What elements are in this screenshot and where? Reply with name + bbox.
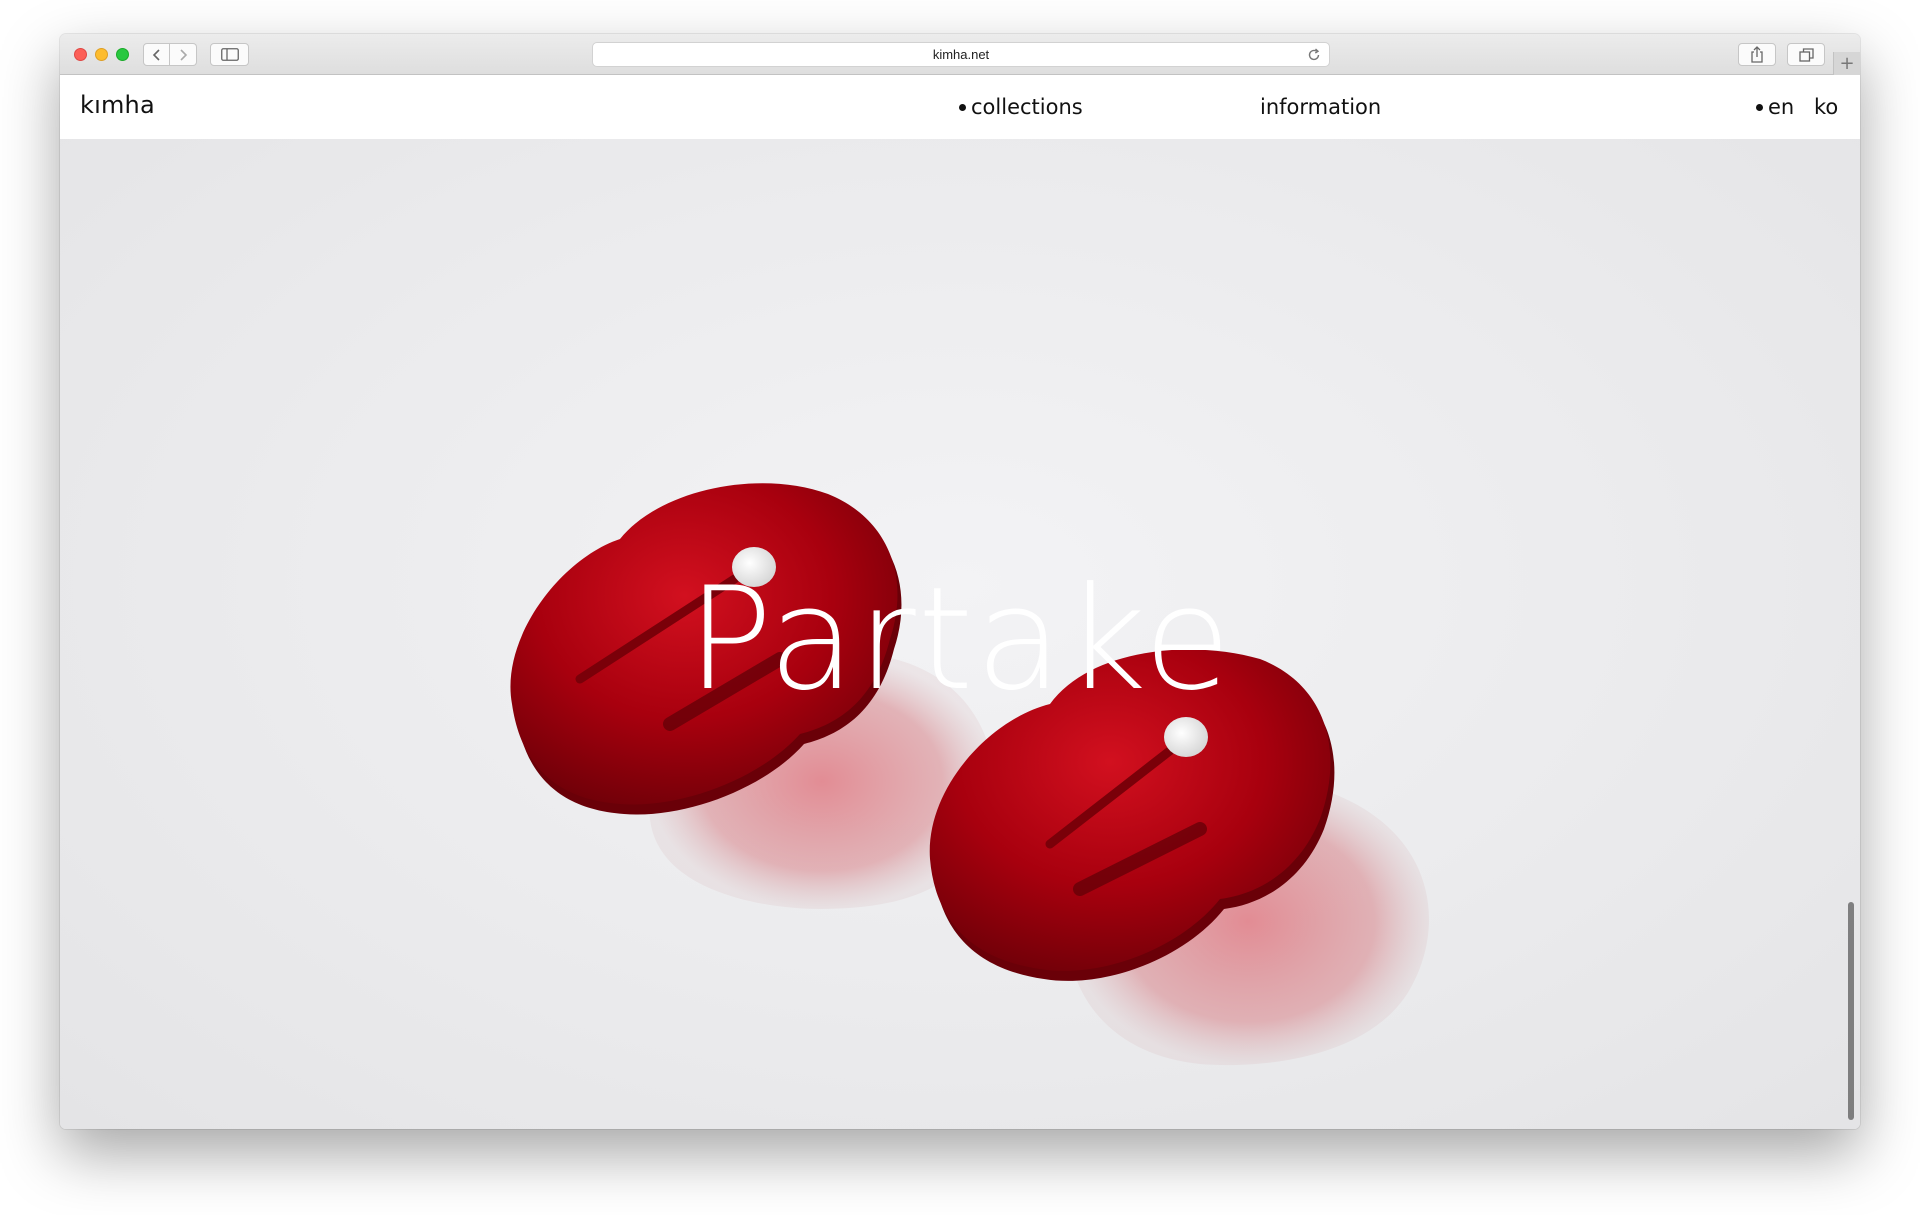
lang-ko-label: ko [1814, 95, 1839, 119]
minimize-window-button[interactable] [95, 48, 108, 61]
reload-icon[interactable] [1307, 48, 1321, 62]
forward-button[interactable] [170, 43, 197, 66]
sidebar-toggle-button[interactable] [210, 43, 249, 66]
tabs-icon [1798, 47, 1814, 62]
lang-en[interactable]: en [1756, 95, 1794, 119]
url-text: kimha.net [932, 47, 990, 62]
close-window-button[interactable] [74, 48, 87, 61]
share-button[interactable] [1738, 43, 1776, 66]
new-tab-button[interactable]: + [1833, 52, 1860, 75]
back-button[interactable] [143, 43, 170, 66]
active-dot-icon [959, 103, 966, 111]
lang-ko[interactable]: ko [1814, 95, 1838, 119]
active-lang-dot-icon [1756, 103, 1763, 111]
lang-en-label: en [1768, 95, 1795, 119]
show-tabs-button[interactable] [1787, 43, 1825, 66]
forward-icon [180, 48, 188, 61]
plus-icon: + [1839, 53, 1855, 74]
address-bar[interactable]: kimha.net [592, 42, 1330, 67]
maximize-window-button[interactable] [116, 48, 129, 61]
nav-collections-label: collections [971, 95, 1083, 119]
collection-title[interactable]: Partake [60, 569, 1860, 711]
hero-section: Partake [60, 139, 1860, 1129]
nav-information[interactable]: information [1260, 95, 1381, 119]
site-header: kımha collections information en ko [60, 75, 1860, 139]
scrollbar[interactable] [1848, 902, 1854, 1120]
nav-information-label: information [1260, 95, 1382, 119]
site-logo[interactable]: kımha [80, 91, 155, 119]
sidebar-icon [220, 48, 239, 61]
share-icon [1751, 46, 1763, 63]
browser-toolbar: kimha.net + [60, 34, 1860, 75]
nav-collections[interactable]: collections [959, 95, 1083, 119]
browser-window: kimha.net + kımha collections informatio… [60, 34, 1860, 1129]
back-icon [152, 48, 160, 61]
